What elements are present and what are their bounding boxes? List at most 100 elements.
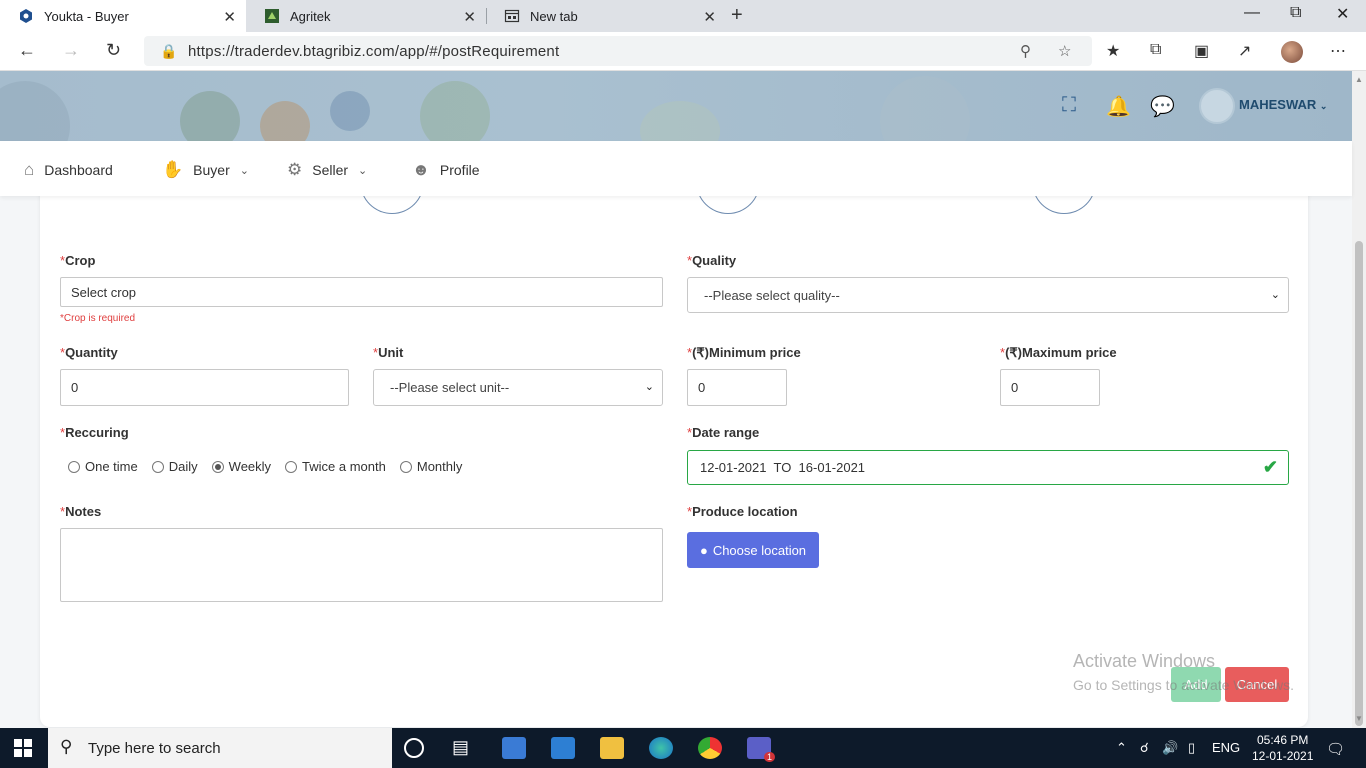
screenshot-icon[interactable]: ▣ xyxy=(1194,41,1209,61)
radio-daily[interactable]: Daily xyxy=(151,459,198,474)
page-scrollbar[interactable]: ▲ ▼ xyxy=(1352,71,1366,728)
quality-select-value: --Please select quality-- xyxy=(704,287,840,303)
edge-icon[interactable] xyxy=(649,737,673,759)
chevron-down-icon: ⌄ xyxy=(644,381,654,393)
file-explorer-icon[interactable] xyxy=(600,737,624,759)
choose-location-label: Choose location xyxy=(712,542,807,558)
task-view-icon[interactable]: ▤ xyxy=(452,737,476,759)
chevron-down-icon: ⌄ xyxy=(239,164,249,177)
checkmark-icon: ✔ xyxy=(1262,457,1278,477)
star-icon[interactable]: ☆ xyxy=(1058,42,1071,60)
tab-new-tab[interactable]: New tab ✕ xyxy=(486,0,726,32)
scroll-down-icon[interactable]: ▼ xyxy=(1355,714,1363,723)
quantity-input[interactable]: 0 xyxy=(60,369,349,406)
agritek-icon xyxy=(264,8,280,24)
nav-label: Seller xyxy=(312,162,349,178)
restore-icon[interactable]: ⧉ xyxy=(1290,4,1301,22)
choose-location-button[interactable]: ● Choose location xyxy=(687,532,819,568)
unit-select-value: --Please select unit-- xyxy=(390,380,510,395)
seller-icon: ⚙ xyxy=(287,160,303,179)
share-icon[interactable]: ↗ xyxy=(1238,41,1251,61)
newtab-page-icon xyxy=(504,8,520,24)
nav-profile[interactable]: ☻ Profile xyxy=(412,160,480,180)
back-arrow-icon[interactable]: ← xyxy=(18,40,36,61)
tab-agritek[interactable]: Agritek ✕ xyxy=(246,0,486,32)
close-icon[interactable]: ✕ xyxy=(463,8,476,26)
radio-one-time[interactable]: One time xyxy=(68,459,138,474)
store-icon[interactable] xyxy=(502,737,526,759)
fullscreen-icon[interactable]: ⛶ xyxy=(1062,94,1076,117)
volume-icon[interactable]: 🔊 xyxy=(1162,740,1178,756)
youkta-icon xyxy=(18,8,34,24)
battery-icon[interactable]: ▯ xyxy=(1188,740,1195,756)
scroll-thumb[interactable] xyxy=(1355,241,1363,726)
teams-icon[interactable]: 1 xyxy=(747,737,775,762)
produce-location-label: *Produce location xyxy=(687,504,798,519)
radio-monthly[interactable]: Monthly xyxy=(399,459,462,474)
refresh-icon[interactable]: ↻ xyxy=(106,40,121,61)
banner-decoration xyxy=(330,91,370,131)
app-header-banner: ⛶ 🔔 💬 MAHESWAR ⌄ xyxy=(0,71,1352,141)
mail-icon[interactable] xyxy=(551,737,575,759)
close-window-icon[interactable]: ✕ xyxy=(1336,4,1349,24)
windows-start-icon[interactable] xyxy=(14,739,32,757)
recurring-label: *Reccuring xyxy=(60,425,129,440)
banner-decoration xyxy=(640,101,720,141)
crop-input[interactable]: Select crop xyxy=(60,277,663,307)
max-price-input[interactable]: 0 xyxy=(1000,369,1100,406)
date-range-input[interactable]: 12-01-2021 TO 16-01-2021 ✔ xyxy=(687,450,1289,485)
address-bar[interactable]: 🔒 https://traderdev.btagribiz.com/app/#/… xyxy=(144,36,1092,66)
banner-decoration xyxy=(180,91,240,141)
location-pin-icon[interactable]: ⚲ xyxy=(1020,42,1031,60)
bell-icon[interactable]: 🔔 xyxy=(1106,94,1131,119)
language-indicator[interactable]: ENG xyxy=(1212,740,1240,755)
scroll-up-icon[interactable]: ▲ xyxy=(1355,75,1363,84)
radio-button[interactable] xyxy=(399,460,412,473)
user-avatar[interactable] xyxy=(1199,88,1235,124)
forward-arrow-icon[interactable]: → xyxy=(62,40,80,61)
close-icon[interactable]: ✕ xyxy=(703,8,716,26)
activate-windows-subtitle: Go to Settings to activate Windows. xyxy=(1073,677,1294,693)
radio-button[interactable] xyxy=(285,460,298,473)
nav-buyer[interactable]: ✋ Buyer ⌄ xyxy=(162,160,249,180)
recurring-radio-group: One time Daily Weekly Twice a month Mont… xyxy=(68,459,476,474)
banner-decoration xyxy=(0,81,70,141)
radio-button-selected[interactable] xyxy=(211,460,224,473)
nav-label: Buyer xyxy=(193,162,230,178)
radio-button[interactable] xyxy=(151,460,164,473)
favorites-icon[interactable]: ★ xyxy=(1106,41,1120,61)
clock-date: 12-01-2021 xyxy=(1252,749,1314,763)
new-tab-plus-icon[interactable]: + xyxy=(731,4,743,27)
close-icon[interactable]: ✕ xyxy=(223,8,236,26)
radio-weekly[interactable]: Weekly xyxy=(211,459,271,474)
radio-button[interactable] xyxy=(68,460,80,473)
chat-icon[interactable]: 💬 xyxy=(1150,94,1175,119)
banner-decoration xyxy=(420,81,490,141)
nav-label: Profile xyxy=(439,162,480,178)
more-menu-icon[interactable]: ⋯ xyxy=(1330,41,1346,61)
max-price-label: *(₹)Maximum price xyxy=(1000,345,1117,360)
nav-dashboard[interactable]: ⌂ Dashboard xyxy=(24,160,113,180)
nav-seller[interactable]: ⚙ Seller ⌄ xyxy=(287,160,367,180)
taskbar-search[interactable]: ⚲ Type here to search xyxy=(48,728,392,768)
chevron-up-icon[interactable]: ⌃ xyxy=(1116,740,1127,756)
chrome-icon[interactable] xyxy=(698,737,722,759)
map-marker-icon: ● xyxy=(699,542,708,558)
collections-icon[interactable]: ⧉ xyxy=(1150,41,1161,59)
unit-select[interactable]: --Please select unit-- ⌄ xyxy=(373,369,663,406)
tab-title: Agritek xyxy=(290,8,331,24)
radio-twice-a-month[interactable]: Twice a month xyxy=(285,459,386,474)
network-icon[interactable]: ☌ xyxy=(1140,740,1149,756)
min-price-input[interactable]: 0 xyxy=(687,369,787,406)
minimize-icon[interactable]: — xyxy=(1244,4,1260,22)
url-text: https://traderdev.btagribiz.com/app/#/po… xyxy=(188,43,560,60)
cortana-icon[interactable] xyxy=(404,738,424,758)
taskbar-clock[interactable]: 05:46 PM 12-01-2021 xyxy=(1252,732,1313,764)
user-menu[interactable]: MAHESWAR ⌄ xyxy=(1239,97,1327,112)
tab-youkta-buyer[interactable]: Youkta - Buyer ✕ xyxy=(0,0,246,32)
profile-avatar[interactable] xyxy=(1281,41,1303,63)
quantity-label: *Quantity xyxy=(60,345,118,360)
quality-select[interactable]: --Please select quality-- ⌄ xyxy=(687,277,1289,313)
notes-textarea[interactable] xyxy=(60,528,663,602)
notifications-icon[interactable]: 🗨 xyxy=(1326,740,1345,758)
